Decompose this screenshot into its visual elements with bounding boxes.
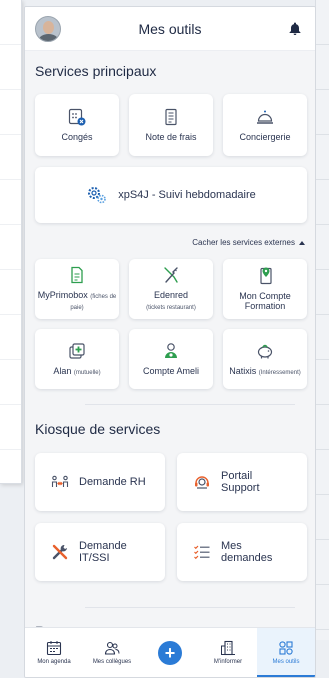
nav-item-m-informer[interactable]: M'informer (199, 628, 257, 677)
service-card-myprimobox[interactable]: MyPrimobox (fiches de paie) (35, 259, 119, 319)
person-icon (165, 343, 177, 358)
app-header: Mes outils (25, 7, 315, 51)
service-label: Note de frais (145, 131, 197, 142)
nav-item-mes-outils[interactable]: Mes outils (257, 628, 315, 677)
kiosk-label: Mes demandes (221, 539, 273, 564)
nav-label: M'informer (213, 659, 243, 665)
service-card-natixis[interactable]: Natixis (Intéressement) (223, 329, 307, 389)
users-icon (104, 641, 120, 655)
service-card-xps4j[interactable]: xpS4J - Suivi hebdomadaire (35, 167, 307, 223)
avatar[interactable] (35, 16, 61, 42)
grid-icon (279, 641, 293, 655)
document-icon (71, 266, 83, 284)
service-sublabel: (mutuelle) (73, 369, 101, 376)
piggy-bank-icon (257, 344, 273, 359)
service-label: xpS4J - Suivi hebdomadaire (118, 188, 256, 201)
calendar-icon (46, 641, 62, 656)
background-window-right (315, 0, 329, 640)
page-title: Mes outils (138, 20, 202, 37)
kiosk-label: Demande IT/SSI (79, 539, 127, 564)
kiosk-label: Demande RH (79, 475, 146, 488)
service-card-alan[interactable]: Alan (mutuelle) (35, 329, 119, 389)
kiosk-card-demande-rh[interactable]: Demande RH (35, 453, 165, 511)
people-arrows-icon (51, 475, 69, 487)
receipt-icon (165, 108, 177, 125)
kiosk-card-portail-support[interactable]: Portail Support (177, 453, 307, 511)
service-label: Compte Ameli (142, 365, 200, 376)
medical-cross-icon (69, 342, 85, 359)
service-card-conges[interactable]: Congés (35, 94, 119, 156)
nav-item-mon-agenda[interactable]: Mon agenda (25, 628, 83, 677)
service-card-conciergerie[interactable]: Conciergerie (223, 94, 307, 156)
service-label: Mon Compte Formation (239, 290, 291, 311)
tools-icon (52, 544, 68, 560)
headset-icon (195, 476, 209, 489)
calendar-x-icon (68, 108, 86, 126)
utensils-icon (164, 267, 178, 284)
plus-icon: + (158, 640, 182, 665)
service-label: Alan (53, 365, 72, 376)
service-card-edenred[interactable]: Edenred (tickets restaurant) (129, 259, 213, 319)
service-label: Congés (61, 131, 93, 142)
nav-label: Mon agenda (37, 659, 71, 665)
checklist-icon (194, 545, 210, 560)
kiosk-card-demande-it-ssi[interactable]: Demande IT/SSI (35, 523, 165, 581)
toggle-external-label: Cacher les services externes (192, 238, 295, 247)
location-book-icon (260, 267, 272, 284)
mobile-app-frame: Mes outils Services principaux Congés No… (24, 6, 316, 678)
background-window-left (0, 0, 22, 484)
service-sublabel: (Intéressement) (258, 369, 301, 376)
nav-label: Mes collègues (92, 659, 132, 665)
section-divider (85, 404, 295, 405)
kiosk-card-mes-demandes[interactable]: Mes demandes (177, 523, 307, 581)
bell-icon[interactable] (289, 22, 301, 35)
section-divider (85, 607, 295, 608)
section-title-kiosque: Kiosque de services (35, 421, 161, 437)
nav-item-add[interactable]: + (141, 628, 199, 677)
service-label: Conciergerie (239, 131, 291, 142)
service-card-note-de-frais[interactable]: Note de frais (129, 94, 213, 156)
gears-icon (88, 187, 107, 204)
caret-up-icon (299, 240, 305, 245)
service-label: MyPrimobox (37, 290, 88, 301)
service-label: Natixis (229, 365, 257, 376)
bottom-navigation: Mon agenda Mes collègues + M'informer Me… (25, 627, 315, 677)
kiosk-label: Portail Support (221, 469, 260, 494)
service-card-compte-ameli[interactable]: Compte Ameli (129, 329, 213, 389)
toggle-external-services[interactable]: Cacher les services externes (192, 238, 305, 247)
cloche-icon (257, 110, 273, 124)
service-sublabel: (tickets restaurant) (146, 304, 196, 311)
section-title-services-principaux: Services principaux (35, 63, 157, 79)
nav-item-mes-collegues[interactable]: Mes collègues (83, 628, 141, 677)
nav-label: Mes outils (272, 659, 300, 665)
building-icon (221, 640, 235, 656)
service-label: Edenred (153, 290, 189, 301)
service-card-mon-compte-formation[interactable]: Mon Compte Formation (223, 259, 307, 319)
